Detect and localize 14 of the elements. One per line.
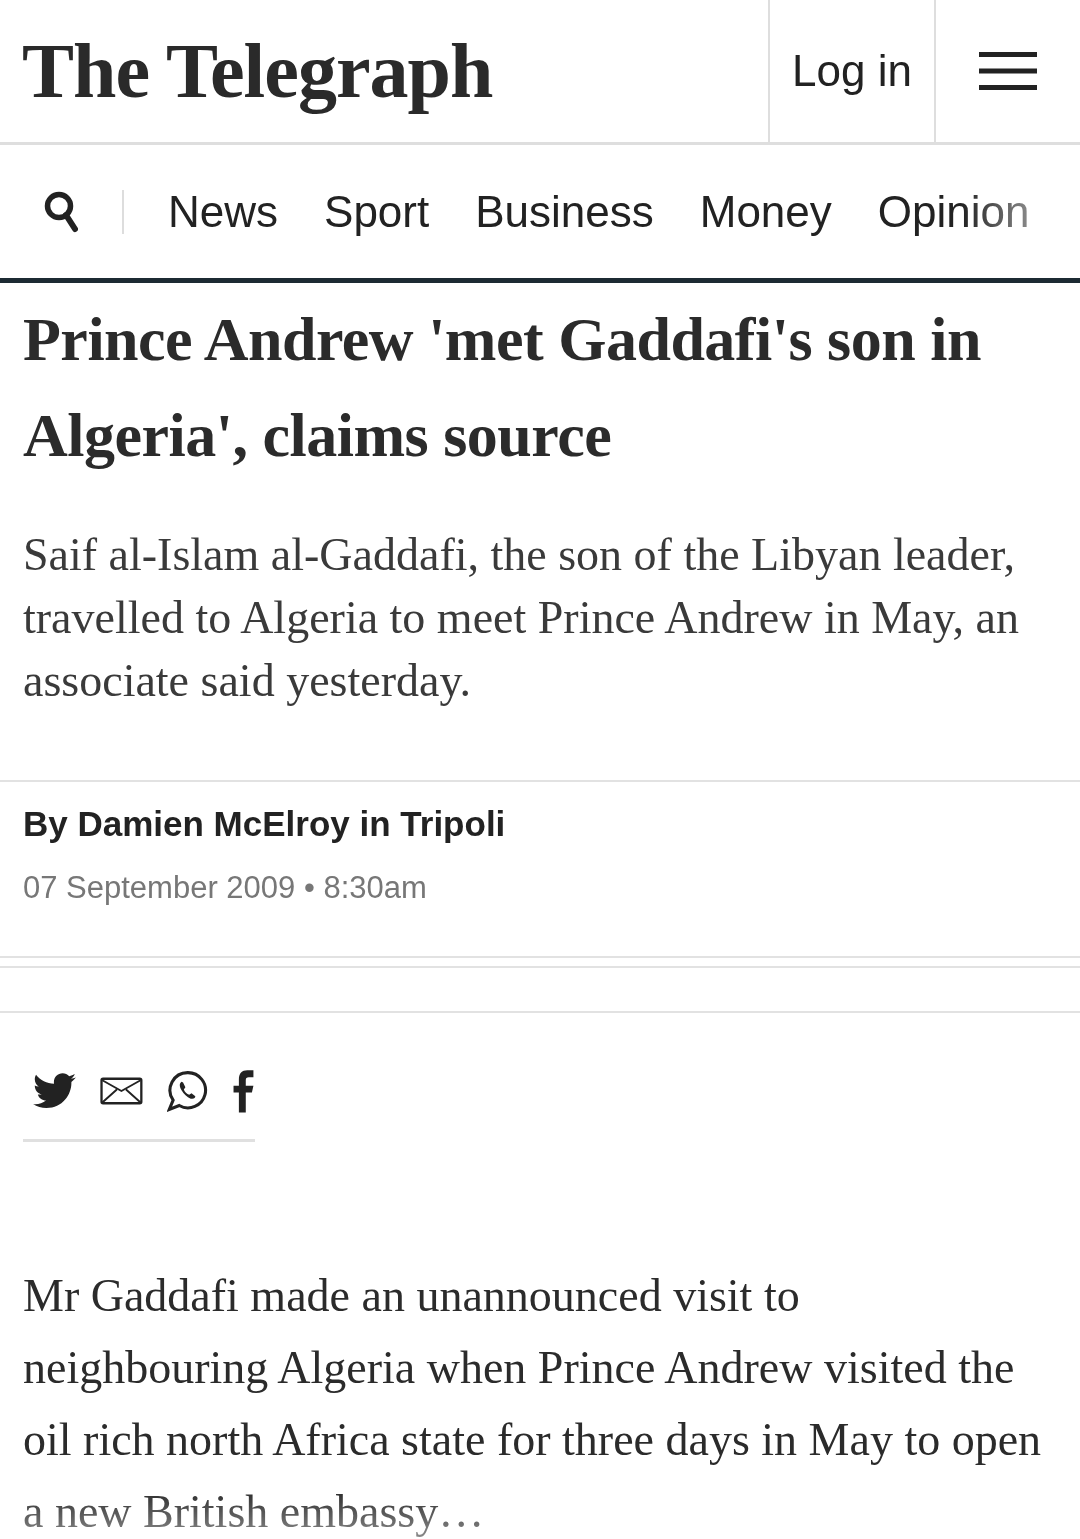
site-logo[interactable]: The Telegraph xyxy=(0,0,768,142)
article-headline: Prince Andrew 'met Gaddafi's son in Algeria', claims source xyxy=(23,304,982,471)
menu-icon xyxy=(979,52,1037,90)
article-standfirst: Saif al-Islam al-Gaddafi, the son of the Libyan leader, travelled to Algeria to meet Prince Andrew in May, an associate said yesterday. xyxy=(23,528,1020,708)
nav-link[interactable]: Business xyxy=(475,186,654,237)
login-button[interactable]: Log in xyxy=(768,0,936,142)
article-paragraph: Mr Gaddafi made an unannounced visit to neighbouring Algeria when Prince Andrew visited the oil rich north Africa state for three days in May to open a new British embassy… xyxy=(23,1269,1043,1539)
search-icon xyxy=(44,190,78,233)
author-byline: By Damien McElroy in Tripoli xyxy=(23,803,507,845)
nav-link[interactable]: Money xyxy=(699,186,832,237)
publish-date: 07 September 2009 • 8:30am xyxy=(23,869,428,907)
nav-link[interactable]: Opinion xyxy=(877,186,1030,237)
nav-link[interactable]: Sport xyxy=(324,186,430,237)
nav-link[interactable]: News xyxy=(168,186,279,237)
